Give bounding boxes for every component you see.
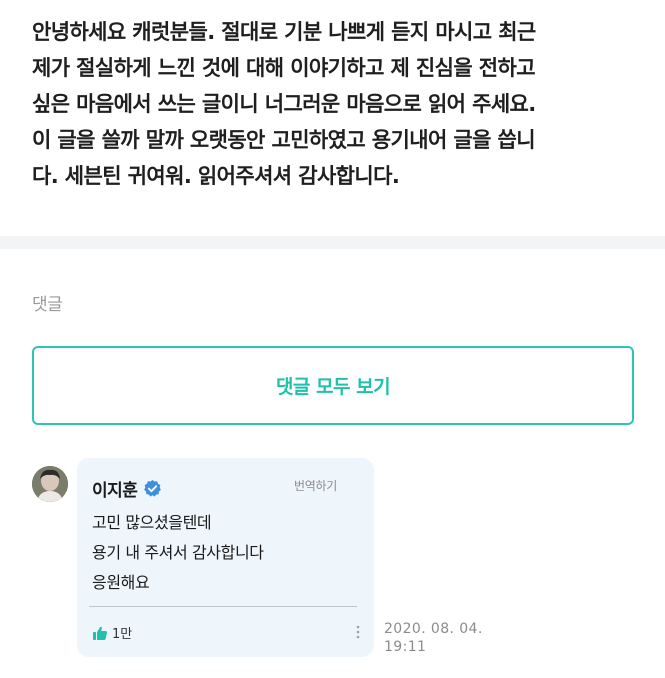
comment-bubble: 이지훈 번역하기 고민 많으셨을텐데 용기 내 주셔서 감사합니다 응원해요 1…: [77, 458, 374, 657]
post-body-line: 이 글을 쓸까 말까 오랫동안 고민하였고 용기내어 글을 씁니: [32, 128, 536, 152]
section-divider: [0, 236, 665, 249]
comment-time: 19:11: [384, 639, 427, 655]
verified-badge-icon: [144, 479, 162, 497]
comment-text-line: 고민 많으셨을텐데: [92, 513, 212, 532]
comment-timestamp: 2020. 08. 04. 19:11: [384, 620, 483, 656]
post-body: 안녕하세요 캐럿분들. 절대로 기분 나쁘게 듣지 마시고 최근 제가 절실하게…: [32, 14, 642, 194]
post-body-line: 싶은 마음에서 쓰는 글이니 너그러운 마음으로 읽어 주세요.: [32, 92, 536, 116]
comment-text-line: 응원해요: [92, 573, 150, 592]
view-all-comments-button[interactable]: 댓글 모두 보기: [32, 346, 634, 425]
comment-text: 고민 많으셨을텐데 용기 내 주셔서 감사합니다 응원해요: [92, 508, 264, 598]
post-body-line: 제가 절실하게 느낀 것에 대해 이야기하고 제 진심을 전하고: [32, 56, 536, 80]
translate-link[interactable]: 번역하기: [294, 477, 337, 494]
more-options-icon[interactable]: [356, 624, 360, 640]
comment-author[interactable]: 이지훈: [92, 476, 162, 501]
thumbs-up-icon: [93, 626, 107, 640]
comment-divider: [89, 606, 357, 607]
post-body-line: 안녕하세요 캐럿분들. 절대로 기분 나쁘게 듣지 마시고 최근: [32, 20, 536, 44]
comment-text-line: 용기 내 주셔서 감사합니다: [92, 543, 264, 562]
avatar-image: [32, 466, 68, 502]
like-count: 1만: [112, 627, 133, 642]
avatar[interactable]: [32, 466, 68, 502]
comment-date: 2020. 08. 04.: [384, 621, 483, 637]
comment-item: 이지훈 번역하기 고민 많으셨을텐데 용기 내 주셔서 감사합니다 응원해요 1…: [32, 458, 632, 668]
like-button[interactable]: 1만: [92, 623, 132, 642]
post-body-line: 다. 세븐틴 귀여워. 읽어주셔셔 감사합니다.: [32, 164, 400, 188]
comments-heading: 댓글: [32, 295, 63, 315]
author-name: 이지훈: [92, 481, 138, 501]
